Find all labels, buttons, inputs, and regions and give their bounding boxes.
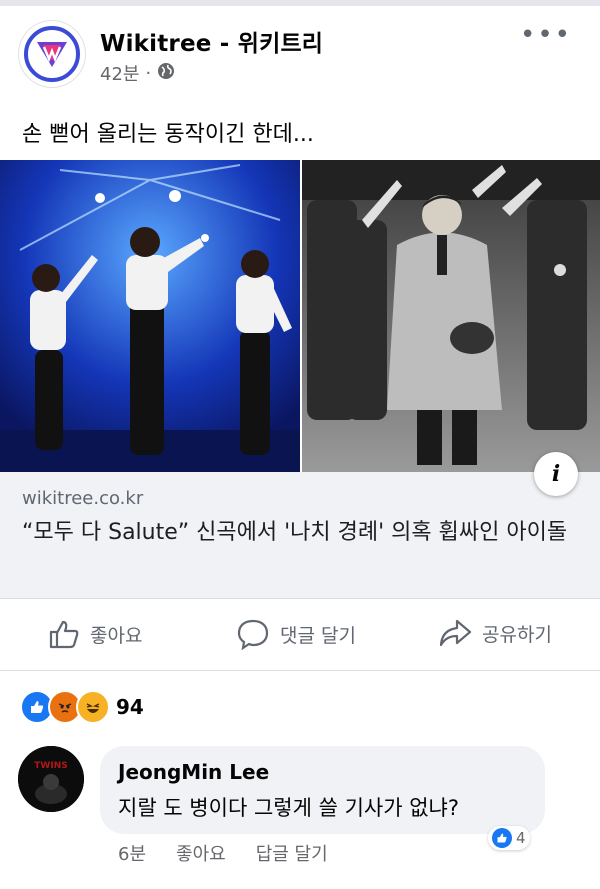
- link-title: “모두 다 Salute” 신곡에서 '나치 경례' 의혹 휩싸인 아이돌: [22, 520, 568, 545]
- comment-like-badge[interactable]: 4: [488, 826, 530, 850]
- comment-like-button[interactable]: 좋아요: [176, 840, 226, 866]
- reaction-summary[interactable]: 94: [20, 690, 144, 724]
- link-domain: wikitree.co.kr: [22, 488, 144, 509]
- comment-bubble: JeongMin Lee 지랄 도 병이다 그렇게 쓸 기사가 없냐?: [100, 746, 545, 834]
- post-text: 손 뻗어 올리는 동작이긴 한데...: [22, 122, 314, 147]
- page-avatar[interactable]: [18, 20, 86, 88]
- globe-icon: [157, 62, 175, 85]
- page-name[interactable]: Wikitree - 위키트리: [100, 24, 323, 58]
- wikitree-logo: [24, 26, 80, 82]
- like-badge-icon: [492, 828, 512, 848]
- info-icon[interactable]: i: [534, 452, 578, 496]
- historical-photo: [302, 160, 600, 472]
- stage-photo: [0, 160, 300, 472]
- link-preview[interactable]: wikitree.co.kr “모두 다 Salute” 신곡에서 '나치 경례…: [0, 472, 600, 599]
- commenter-avatar[interactable]: TWINS: [18, 746, 84, 812]
- comment-label: 댓글 달기: [280, 624, 356, 647]
- post-image[interactable]: i: [0, 160, 600, 496]
- like-button[interactable]: 좋아요: [48, 618, 142, 650]
- svg-text:TWINS: TWINS: [34, 761, 67, 771]
- commenter-name[interactable]: JeongMin Lee: [118, 760, 269, 784]
- comment-actions: 6분 좋아요 답글 달기: [118, 840, 328, 866]
- comment-icon: [237, 619, 269, 650]
- share-button[interactable]: 공유하기: [438, 618, 552, 648]
- comment-text: 지랄 도 병이다 그렇게 쓸 기사가 없냐?: [118, 796, 459, 820]
- comment-like-count: 4: [516, 829, 526, 847]
- post-meta: 42분 ·: [100, 60, 175, 86]
- meta-separator: ·: [145, 62, 152, 84]
- comment-reply-button[interactable]: 답글 달기: [256, 840, 328, 866]
- top-divider: [0, 0, 600, 6]
- comment-button[interactable]: 댓글 달기: [236, 618, 356, 650]
- post-time[interactable]: 42분: [100, 60, 139, 86]
- comment-time[interactable]: 6분: [118, 840, 146, 866]
- more-options-icon[interactable]: •••: [520, 20, 572, 50]
- reaction-count: 94: [116, 695, 144, 719]
- share-label: 공유하기: [482, 623, 552, 646]
- haha-reaction-icon: [76, 690, 110, 724]
- post-actions: 좋아요 댓글 달기 공유하기: [0, 600, 600, 671]
- like-label: 좋아요: [90, 624, 143, 647]
- share-icon: [439, 619, 472, 647]
- thumbs-up-icon: [49, 620, 79, 649]
